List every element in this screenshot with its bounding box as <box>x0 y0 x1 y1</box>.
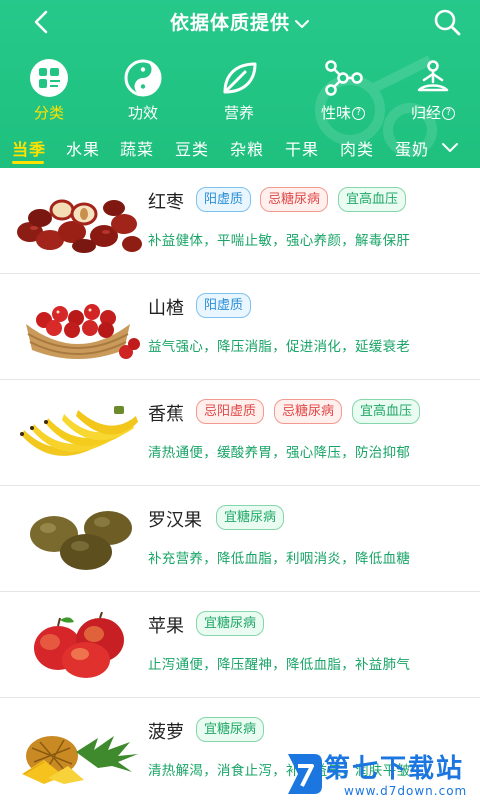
list-item[interactable]: 香蕉 忌阳虚质 忌糖尿病 宜高血压 清热通便，缓酸养胃，强心降压，防治抑郁 <box>0 380 480 486</box>
food-image-banana <box>14 400 142 466</box>
food-benefits: 补充营养，降低血脂，利咽消炎，降低血糖 <box>148 551 411 567</box>
tab-season[interactable]: 当季 <box>12 136 46 160</box>
watermark-logo-icon <box>288 754 322 794</box>
category-tab-nutrition[interactable]: 营养 <box>194 58 284 124</box>
tab-meat[interactable]: 肉类 <box>340 136 374 160</box>
category-label: 归经? <box>388 102 478 123</box>
list-item[interactable]: 罗汉果 宜糖尿病 补充营养，降低血脂，利咽消炎，降低血糖 <box>0 486 480 592</box>
list-item[interactable]: 苹果 宜糖尿病 止泻通便，降压醒神，降低血脂，补益肺气 <box>0 592 480 698</box>
help-icon[interactable]: ? <box>442 107 455 120</box>
disease-tag: 宜糖尿病 <box>216 505 285 530</box>
food-image-apple <box>14 612 142 678</box>
food-benefits: 补益健体，平喘止敏，强心养颜，解毒保肝 <box>148 233 411 249</box>
disease-tag: 宜糖尿病 <box>196 717 265 742</box>
tab-egg-milk[interactable]: 蛋奶 <box>395 136 429 160</box>
disease-tag: 忌糖尿病 <box>274 399 343 424</box>
food-type-tabs: 当季 水果 蔬菜 豆类 杂粮 干果 肉类 蛋奶 <box>0 132 480 164</box>
category-nav: 分类 功效 营养 性味 ? 归经 ? <box>0 58 480 124</box>
page-title: 依据体质提供 <box>169 12 290 34</box>
leaf-icon <box>223 62 257 94</box>
food-benefits: 清热通便，缓酸养胃，强心降压，防治抑郁 <box>148 445 411 461</box>
tab-beans[interactable]: 豆类 <box>175 136 209 160</box>
active-tab-indicator <box>12 161 44 164</box>
watermark-text: 第七下载站 <box>324 754 465 784</box>
constitution-tag: 阳虚质 <box>196 293 252 318</box>
tab-grains[interactable]: 杂粮 <box>230 136 264 160</box>
tab-fruit[interactable]: 水果 <box>66 136 100 160</box>
food-image-pineapple <box>14 718 142 784</box>
disease-tag: 宜高血压 <box>352 399 421 424</box>
site-watermark: 第七下载站 www.d7down.com <box>284 748 480 800</box>
category-tab-meridian[interactable]: 归经? <box>388 58 478 124</box>
category-tab-classify[interactable]: 分类 <box>4 58 94 124</box>
disease-tag: 宜高血压 <box>338 187 407 212</box>
disease-tag: 忌糖尿病 <box>260 187 329 212</box>
page-title-dropdown[interactable]: 依据体质提供 <box>0 8 480 35</box>
app-header: 依据体质提供 分类 功效 营养 性味 ? 归经 ? 当季 水果 蔬菜 豆类 杂粮… <box>0 0 480 168</box>
top-bar: 依据体质提供 <box>0 0 480 44</box>
food-benefits: 益气强心，降压消脂，促进消化，延缓衰老 <box>148 339 411 355</box>
disease-tag: 宜糖尿病 <box>196 611 265 636</box>
food-image-hawthorn <box>14 294 142 360</box>
list-item[interactable]: 山楂 阳虚质 益气强心，降压消脂，促进消化，延缓衰老 <box>0 274 480 380</box>
category-label: 性味? <box>298 102 388 123</box>
food-name: 苹果 <box>148 616 184 637</box>
watermark-url: www.d7down.com <box>344 784 468 798</box>
tab-nuts[interactable]: 干果 <box>285 136 319 160</box>
constitution-tag: 忌阳虚质 <box>196 399 265 424</box>
food-image-monk-fruit <box>14 506 142 572</box>
food-name: 香蕉 <box>148 404 184 425</box>
search-icon[interactable] <box>432 7 462 37</box>
food-name: 山楂 <box>148 298 184 319</box>
yin-yang-icon <box>124 59 162 97</box>
food-name: 菠萝 <box>148 722 184 743</box>
category-label: 分类 <box>33 104 64 122</box>
constitution-tag: 阳虚质 <box>196 187 252 212</box>
chevron-down-icon <box>295 19 309 28</box>
food-name: 罗汉果 <box>148 510 202 531</box>
category-tab-flavor[interactable]: 性味? <box>298 58 388 124</box>
list-item[interactable]: 红枣 阳虚质 忌糖尿病 宜高血压 补益健体，平喘止敏，强心养颜，解毒保肝 <box>0 168 480 274</box>
food-benefits: 止泻通便，降压醒神，降低血脂，补益肺气 <box>148 657 411 673</box>
food-name: 红枣 <box>148 192 184 213</box>
category-label: 营养 <box>223 104 254 122</box>
tab-vegetable[interactable]: 蔬菜 <box>120 136 154 160</box>
food-image-red-dates <box>14 188 142 254</box>
chevron-down-icon[interactable] <box>440 140 460 154</box>
category-label: 功效 <box>127 104 158 122</box>
help-icon[interactable]: ? <box>352 107 365 120</box>
meditation-icon <box>417 60 449 92</box>
molecule-icon <box>325 60 363 96</box>
category-grid-icon <box>30 59 68 97</box>
category-tab-efficacy[interactable]: 功效 <box>98 58 188 124</box>
